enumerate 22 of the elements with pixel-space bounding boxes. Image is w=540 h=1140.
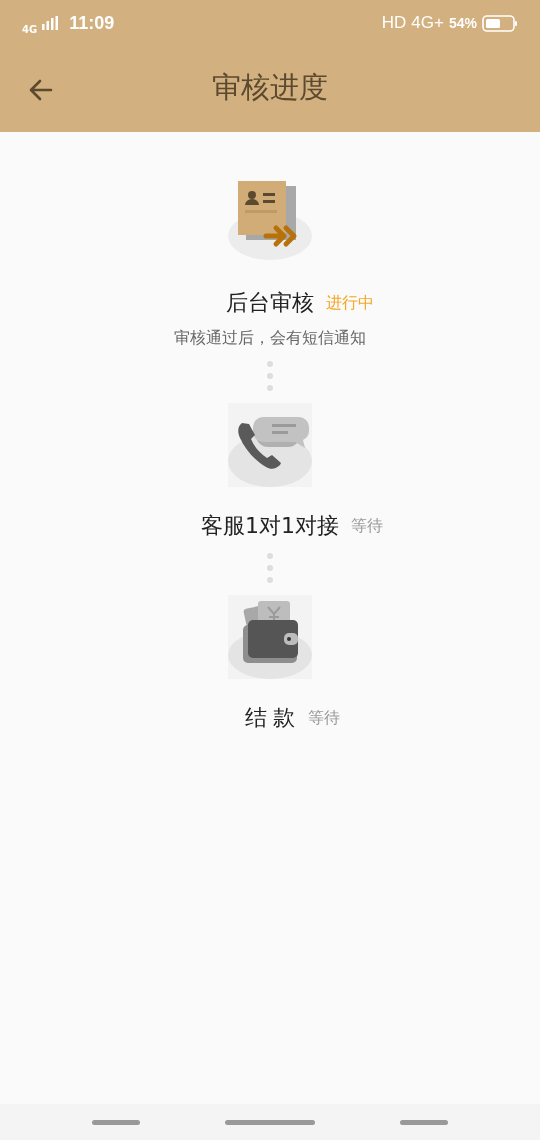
clock-time: 11:09 xyxy=(69,12,115,34)
wallet-icon xyxy=(228,595,312,679)
page-title: 审核进度 xyxy=(212,69,328,106)
step-note: 审核通过后，会有短信通知 xyxy=(174,328,366,349)
network-label: 4G+ xyxy=(411,13,444,33)
battery-icon xyxy=(482,14,518,32)
step-status: 等待 xyxy=(351,515,383,537)
home-gesture-button[interactable] xyxy=(225,1119,315,1125)
network-label: 4G xyxy=(22,23,38,35)
dots-icon xyxy=(267,361,273,391)
back-gesture-button[interactable] xyxy=(399,1119,448,1125)
phone-chat-icon xyxy=(228,403,312,487)
step-status: 进行中 xyxy=(326,292,374,314)
step-title: 后台审核 xyxy=(226,289,314,317)
dots-icon xyxy=(267,553,273,583)
hd-label: HD xyxy=(381,13,407,33)
menu-gesture-button[interactable] xyxy=(92,1119,141,1125)
signal-icon xyxy=(42,16,59,30)
step-status: 等待 xyxy=(307,707,340,729)
battery-percent: 54% xyxy=(448,15,477,31)
step-title: 客服1对1对接 xyxy=(201,512,339,540)
step-title: 结 款 xyxy=(244,704,296,732)
